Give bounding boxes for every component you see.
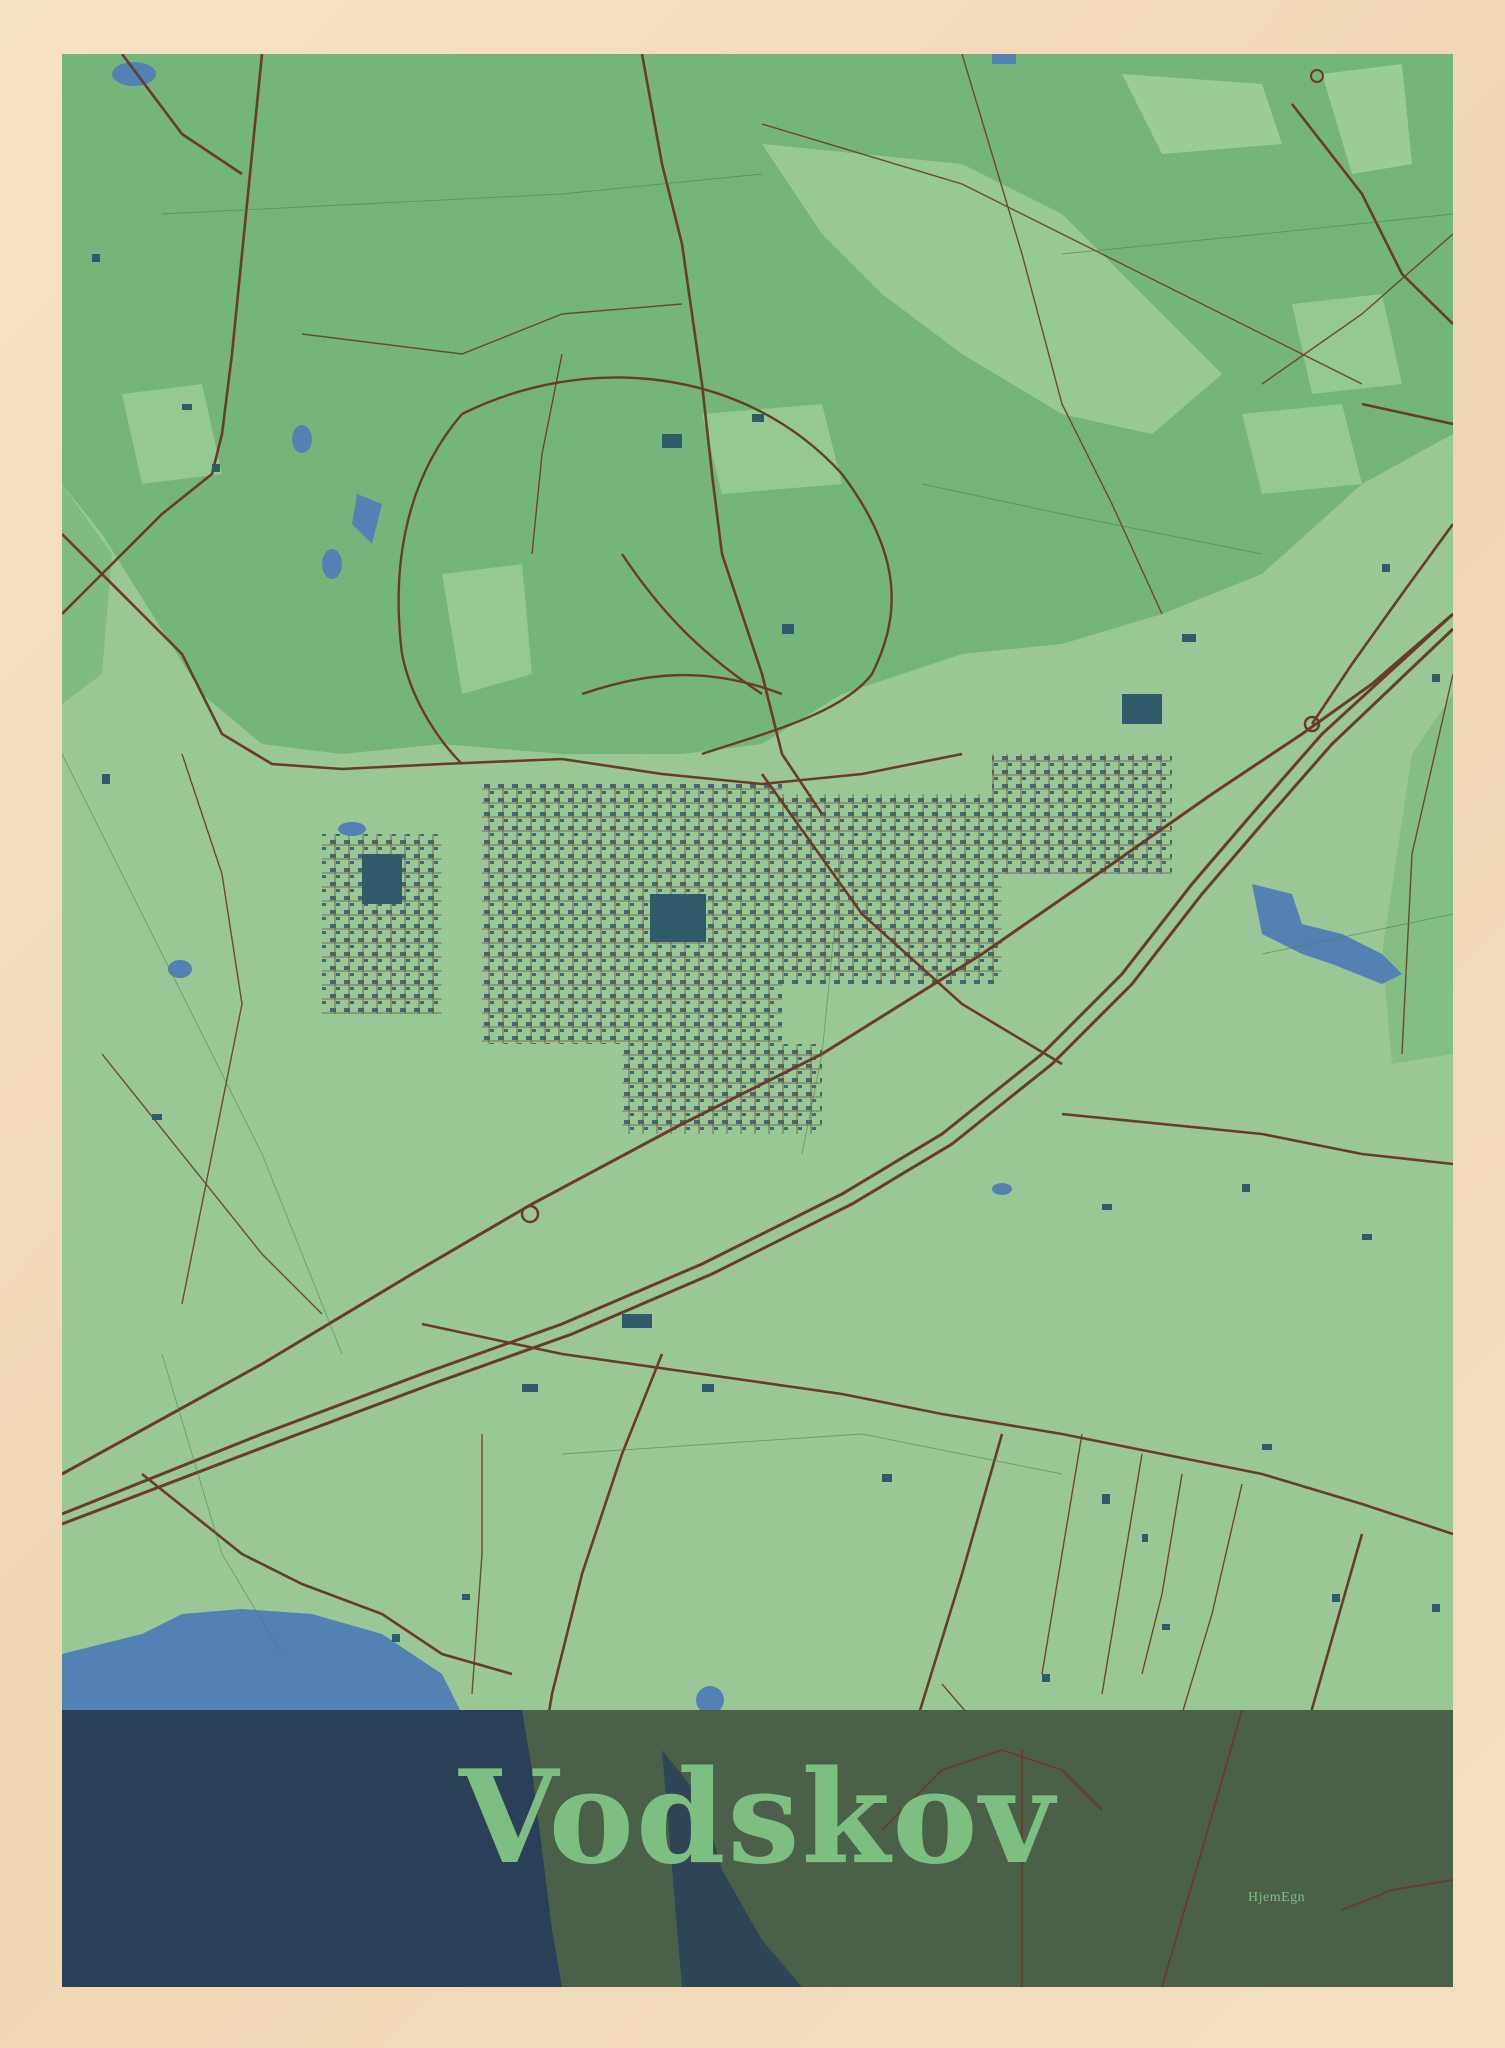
map-poster: Vodskov HjemEgn: [62, 54, 1453, 1987]
city-map: [62, 54, 1453, 1987]
town-square: [650, 894, 706, 942]
lake-7: [992, 1183, 1012, 1195]
lake-3: [322, 549, 342, 579]
poster-frame: Vodskov HjemEgn: [0, 0, 1505, 2048]
city-title: Vodskov: [459, 1743, 1056, 1893]
lake-6: [168, 960, 192, 978]
lake-9: [992, 54, 1016, 64]
brand-logo: HjemEgn: [1248, 1890, 1306, 1905]
lake-5: [338, 822, 366, 836]
lake-2: [292, 425, 312, 453]
light-patch-5: [1242, 404, 1362, 494]
lake-1: [112, 62, 156, 86]
